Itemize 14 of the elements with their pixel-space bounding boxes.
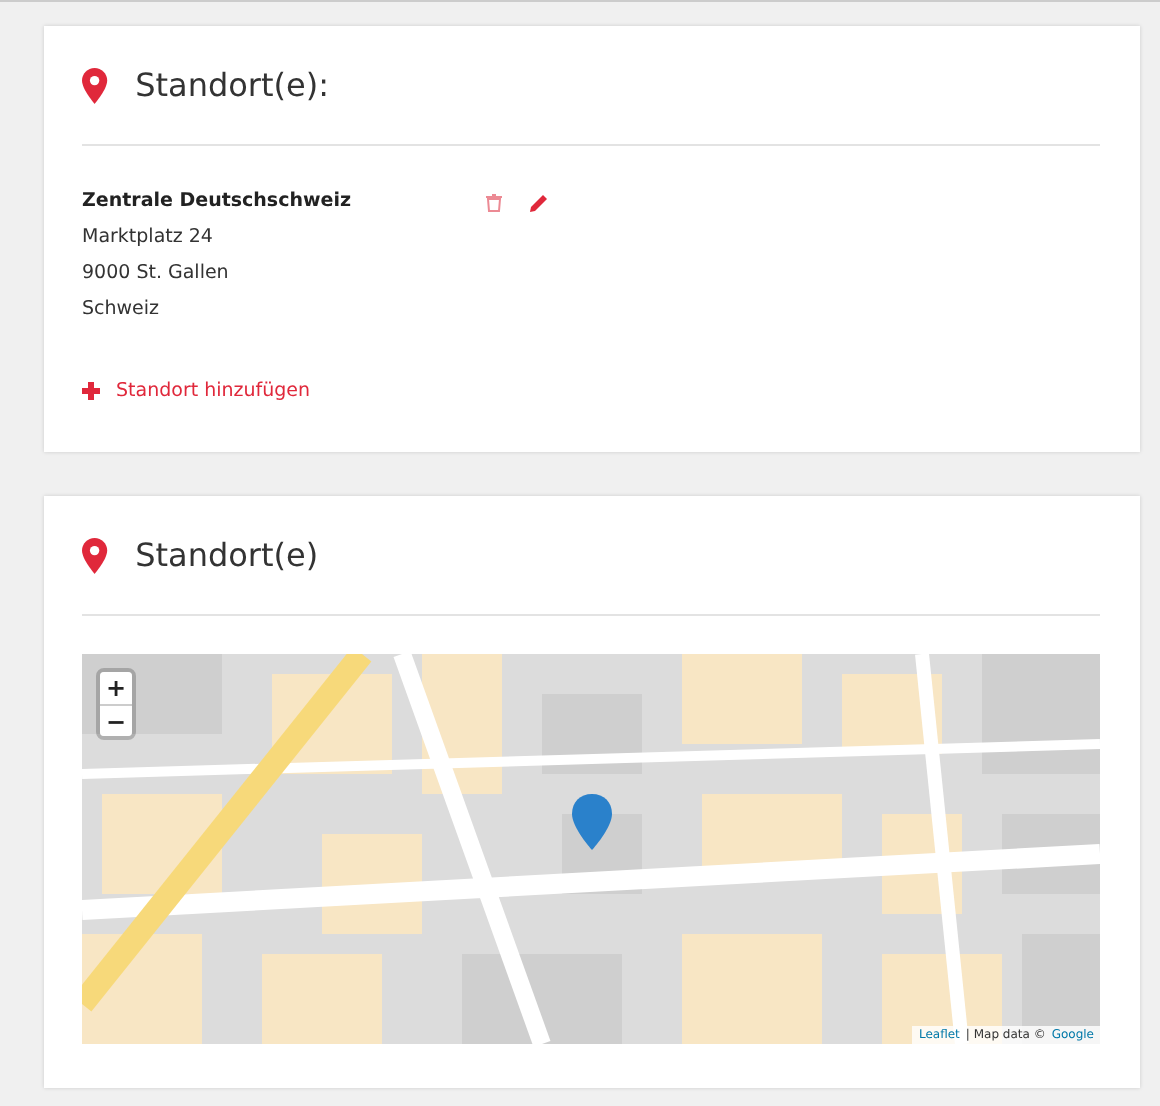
card-title: Standort(e): [135, 66, 329, 104]
location-pin-icon [82, 537, 108, 573]
location-pin-icon [82, 67, 108, 103]
edit-icon[interactable] [530, 190, 548, 214]
zoom-in-button[interactable]: + [100, 672, 132, 704]
location-name: Zentrale Deutschschweiz [82, 190, 353, 212]
delete-icon[interactable] [486, 190, 502, 214]
zoom-out-button[interactable]: − [100, 704, 132, 736]
add-location-link[interactable]: Standort hinzufügen [82, 380, 311, 402]
address-line: Schweiz [82, 298, 162, 320]
plus-icon [82, 382, 100, 400]
address-line: Marktplatz 24 [82, 226, 215, 248]
card-title: Standort(e) [135, 536, 319, 574]
address-line: 9000 St. Gallen [82, 262, 231, 284]
